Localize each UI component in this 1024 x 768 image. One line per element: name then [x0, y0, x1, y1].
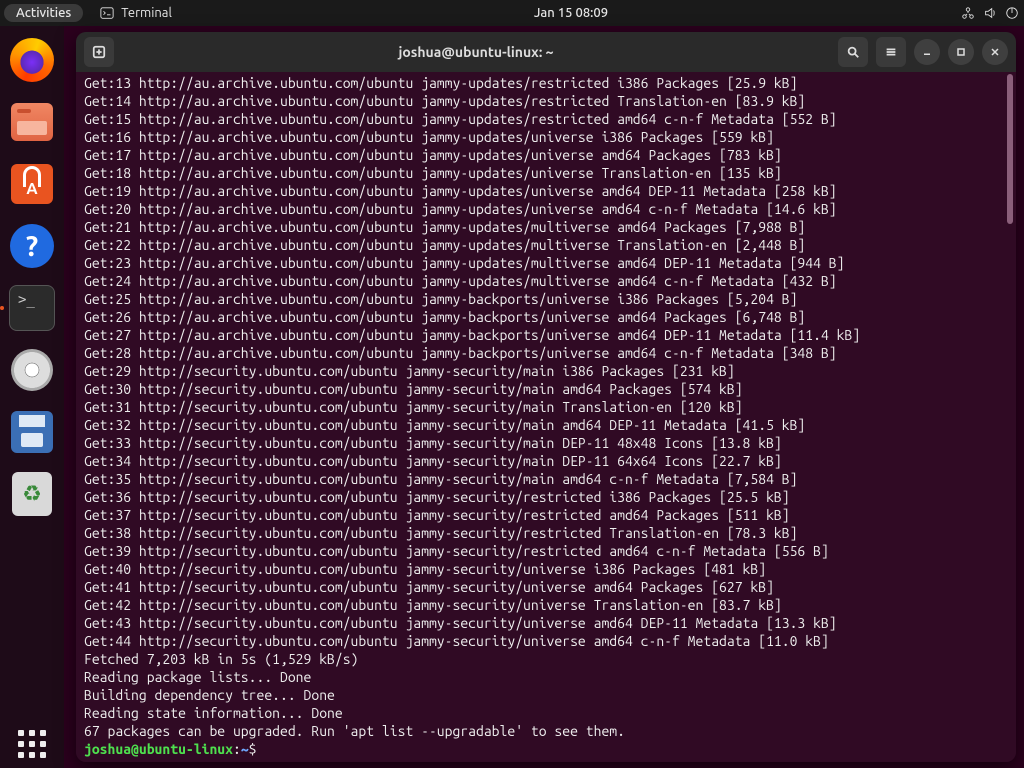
network-icon[interactable] — [960, 5, 976, 21]
files-icon — [11, 103, 53, 141]
dock-app-software[interactable] — [8, 160, 56, 208]
window-title: joshua@ubuntu-linux: ~ — [122, 44, 830, 60]
terminal-titlebar[interactable]: joshua@ubuntu-linux: ~ — [76, 32, 1016, 72]
firefox-icon — [10, 38, 54, 82]
scrollbar-thumb[interactable] — [1007, 74, 1013, 224]
terminal-window: joshua@ubuntu-linux: ~ Get:13 http://au.… — [76, 32, 1016, 762]
dock-app-help[interactable]: ? — [8, 222, 56, 270]
dock-app-files[interactable] — [8, 98, 56, 146]
new-tab-button[interactable] — [84, 37, 114, 67]
search-button[interactable] — [838, 37, 868, 67]
terminal-output[interactable]: Get:13 http://au.archive.ubuntu.com/ubun… — [76, 72, 1016, 762]
clock[interactable]: Jan 15 08:09 — [534, 6, 608, 20]
volume-icon[interactable] — [982, 5, 998, 21]
prompt-path: ~ — [241, 741, 249, 757]
apps-grid-icon — [14, 726, 50, 762]
software-icon — [11, 164, 53, 204]
minimize-button[interactable] — [914, 39, 940, 65]
activities-button[interactable]: Activities — [4, 4, 83, 22]
prompt-suffix: $ — [249, 741, 265, 757]
help-icon: ? — [10, 224, 54, 268]
dock-app-terminal[interactable]: >_ — [8, 284, 56, 332]
terminal-menu-icon — [99, 5, 115, 21]
appmenu-label: Terminal — [121, 6, 172, 20]
prompt-separator: : — [233, 741, 241, 757]
dock-app-firefox[interactable] — [8, 36, 56, 84]
gnome-topbar: Activities Terminal Jan 15 08:09 — [0, 0, 1024, 26]
menu-button[interactable] — [876, 37, 906, 67]
power-icon[interactable] — [1004, 5, 1020, 21]
dock: ? >_ — [0, 26, 64, 768]
dock-app-save[interactable] — [8, 408, 56, 456]
close-button[interactable] — [982, 39, 1008, 65]
show-applications-button[interactable] — [8, 720, 56, 768]
maximize-button[interactable] — [948, 39, 974, 65]
prompt-user-host: joshua@ubuntu-linux — [84, 741, 233, 757]
dock-app-disks[interactable] — [8, 346, 56, 394]
dock-app-trash[interactable] — [8, 470, 56, 518]
save-icon — [11, 411, 53, 453]
appmenu-terminal[interactable]: Terminal — [89, 3, 182, 23]
terminal-icon: >_ — [9, 285, 55, 331]
terminal-scrollbar[interactable] — [1005, 74, 1015, 760]
trash-icon — [12, 472, 52, 516]
disk-icon — [11, 349, 53, 391]
